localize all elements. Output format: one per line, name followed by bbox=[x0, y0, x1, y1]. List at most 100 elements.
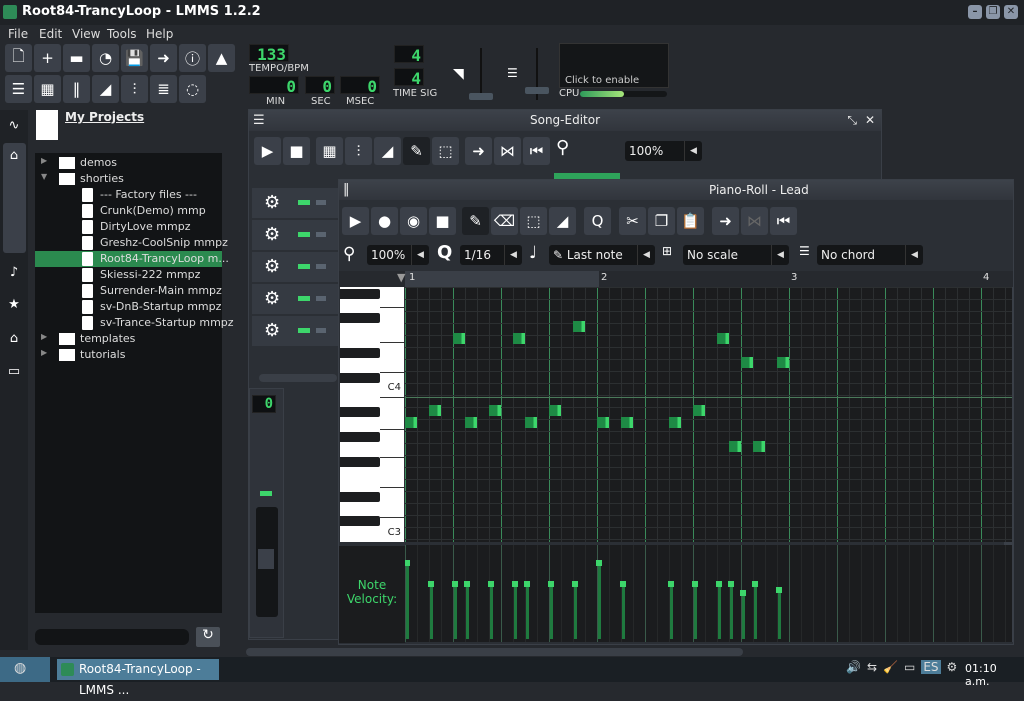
timesig-denominator[interactable]: 4 bbox=[394, 68, 424, 88]
track-row[interactable]: ⚙ bbox=[252, 284, 338, 314]
velocity-handle[interactable] bbox=[524, 581, 530, 588]
samples-icon[interactable]: ♪ bbox=[5, 265, 23, 283]
mute-led[interactable] bbox=[298, 232, 310, 237]
expanded-arrow-icon[interactable]: ▼ bbox=[41, 172, 47, 181]
mixer-button[interactable]: ⫶ bbox=[121, 75, 148, 103]
cleanup-icon[interactable]: 🧹 bbox=[883, 660, 898, 674]
black-key[interactable] bbox=[340, 348, 380, 358]
new-project-button[interactable]: 🗋 bbox=[5, 44, 32, 72]
solo-led[interactable] bbox=[316, 264, 326, 269]
velocity-handle[interactable] bbox=[405, 560, 410, 566]
velocity-bar[interactable] bbox=[550, 584, 553, 639]
fx-mute-led[interactable] bbox=[260, 491, 272, 496]
metronome-button[interactable]: ▲ bbox=[208, 44, 235, 72]
velocity-handle[interactable] bbox=[752, 581, 758, 588]
song-editor-maximize-button[interactable]: ⤡ bbox=[847, 110, 857, 131]
new-from-template-button[interactable]: + bbox=[34, 44, 61, 72]
paste-button[interactable]: 📋 bbox=[677, 207, 704, 235]
velocity-editor[interactable] bbox=[405, 545, 1012, 642]
add-beat-track-button[interactable]: ▦ bbox=[316, 137, 343, 165]
velocity-bar[interactable] bbox=[598, 563, 601, 639]
erase-mode-button[interactable]: ⌫ bbox=[491, 207, 518, 235]
volume-icon[interactable]: 🔊 bbox=[846, 660, 861, 674]
velocity-bar[interactable] bbox=[526, 584, 529, 639]
black-key[interactable] bbox=[340, 289, 380, 299]
draw-mode-button[interactable]: ✎ bbox=[462, 207, 489, 235]
track-row[interactable]: ⚙ bbox=[252, 220, 338, 250]
song-editor-close-button[interactable]: ✕ bbox=[865, 110, 875, 131]
taskbar-item-lmms[interactable]: Root84-TrancyLoop - LMMS ... bbox=[57, 659, 219, 697]
note[interactable] bbox=[777, 357, 789, 368]
velocity-bar[interactable] bbox=[670, 584, 673, 639]
black-key[interactable] bbox=[340, 313, 380, 323]
note[interactable] bbox=[573, 321, 585, 332]
note[interactable] bbox=[621, 417, 633, 428]
play-button[interactable]: ▶ bbox=[342, 207, 369, 235]
velocity-bar[interactable] bbox=[574, 584, 577, 639]
beat-bassline-button[interactable]: ▦ bbox=[34, 75, 61, 103]
velocity-handle[interactable] bbox=[428, 581, 434, 588]
tempo-display[interactable]: 133 bbox=[249, 44, 289, 64]
draw-mode-button[interactable]: ✎ bbox=[403, 137, 430, 165]
note[interactable] bbox=[465, 417, 477, 428]
tree-item[interactable]: Root84-TrancyLoop m... bbox=[35, 251, 229, 267]
master-volume-slider[interactable] bbox=[469, 48, 493, 100]
file-tree[interactable]: ▶ demos ▼ shorties --- Factory files --- Crun… bbox=[35, 153, 234, 613]
note[interactable] bbox=[429, 405, 441, 416]
fx-fader[interactable] bbox=[256, 507, 278, 617]
keyboard-layout-indicator[interactable]: ES bbox=[921, 660, 941, 674]
piano-roll-button[interactable]: ‖ bbox=[63, 75, 90, 103]
velocity-bar[interactable] bbox=[514, 584, 517, 639]
piano-roll-hscrollbar[interactable] bbox=[246, 648, 743, 656]
velocity-handle[interactable] bbox=[716, 581, 722, 588]
save-button[interactable]: 💾 bbox=[121, 44, 148, 72]
tree-item[interactable]: Surrender-Main mmpz bbox=[35, 283, 222, 299]
track-row[interactable]: ⚙ bbox=[252, 316, 338, 346]
note[interactable] bbox=[405, 417, 417, 428]
automation-editor-button[interactable]: ◢ bbox=[92, 75, 119, 103]
menu-tools[interactable]: Tools bbox=[107, 27, 137, 41]
velocity-handle[interactable] bbox=[620, 581, 626, 588]
network-icon[interactable]: ⇆ bbox=[867, 660, 877, 674]
mute-led[interactable] bbox=[298, 296, 310, 301]
loop-points-button[interactable]: ⋈ bbox=[741, 207, 768, 235]
stop-behaviour-button[interactable]: ⏮ bbox=[770, 207, 797, 235]
tree-item[interactable]: ▶ tutorials bbox=[35, 347, 222, 363]
velocity-handle[interactable] bbox=[692, 581, 698, 588]
velocity-handle[interactable] bbox=[488, 581, 494, 588]
black-key[interactable] bbox=[340, 516, 380, 526]
gear-icon[interactable]: ⚙ bbox=[264, 320, 280, 341]
note-length-combo[interactable]: ✎ Last note ◀ bbox=[549, 245, 655, 265]
copy-button[interactable]: ❐ bbox=[648, 207, 675, 235]
start-button[interactable]: ◍ bbox=[0, 657, 50, 682]
velocity-bar[interactable] bbox=[694, 584, 697, 639]
velocity-bar[interactable] bbox=[718, 584, 721, 639]
velocity-bar[interactable] bbox=[730, 584, 733, 639]
black-key[interactable] bbox=[340, 492, 380, 502]
note-grid[interactable] bbox=[405, 287, 1012, 542]
playhead-marker[interactable]: ▼ bbox=[397, 271, 405, 284]
gear-icon[interactable]: ⚙ bbox=[264, 288, 280, 309]
collapsed-arrow-icon[interactable]: ▶ bbox=[41, 156, 47, 165]
menu-file[interactable]: File bbox=[8, 27, 28, 41]
note[interactable] bbox=[741, 357, 753, 368]
solo-led[interactable] bbox=[316, 296, 326, 301]
note[interactable] bbox=[597, 417, 609, 428]
oscilloscope[interactable]: Click to enable bbox=[559, 43, 669, 88]
note[interactable] bbox=[453, 333, 465, 344]
record-button[interactable]: ● bbox=[371, 207, 398, 235]
velocity-bar[interactable] bbox=[466, 584, 469, 639]
instrument-plugins-icon[interactable]: ∿ bbox=[5, 118, 23, 136]
mute-led[interactable] bbox=[298, 328, 310, 333]
my-projects-tab[interactable]: ⌂ bbox=[3, 143, 26, 253]
presets-icon[interactable]: ★ bbox=[5, 297, 23, 315]
velocity-bar[interactable] bbox=[454, 584, 457, 639]
velocity-handle[interactable] bbox=[740, 590, 746, 597]
maximize-button[interactable]: ❐ bbox=[986, 5, 1000, 19]
velocity-handle[interactable] bbox=[512, 581, 518, 588]
velocity-handle[interactable] bbox=[548, 581, 554, 588]
note[interactable] bbox=[729, 441, 741, 452]
menu-view[interactable]: View bbox=[72, 27, 100, 41]
quantize-combo[interactable]: 1/16 ◀ bbox=[460, 245, 522, 265]
display-icon[interactable]: ▭ bbox=[904, 660, 915, 674]
